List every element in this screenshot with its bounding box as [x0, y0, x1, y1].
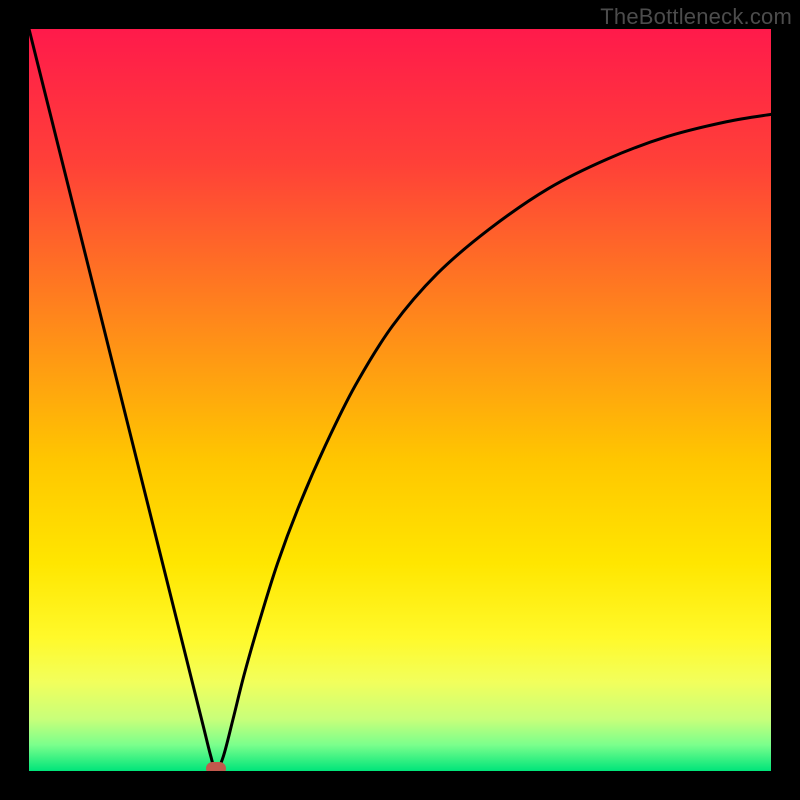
- minimum-marker: [206, 762, 226, 771]
- branding-label: TheBottleneck.com: [600, 4, 792, 30]
- chart-frame: TheBottleneck.com: [0, 0, 800, 800]
- bottleneck-curve: [29, 29, 771, 771]
- plot-area: [29, 29, 771, 771]
